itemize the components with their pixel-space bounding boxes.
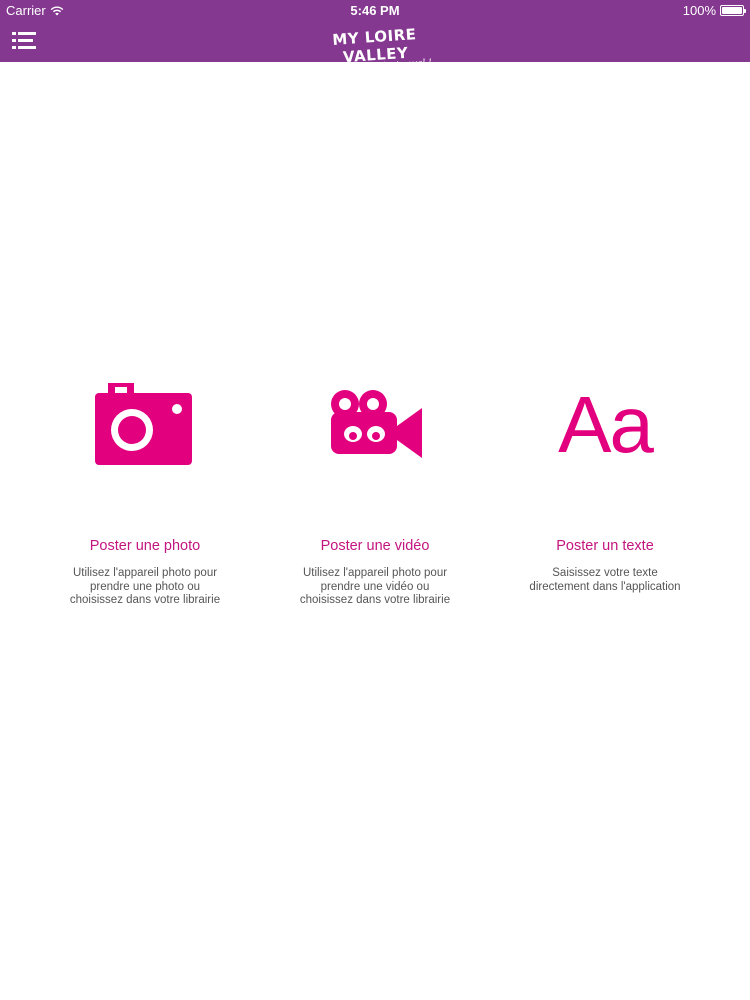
photo-description: Utilisez l'appareil photo pour prendre u… bbox=[69, 567, 221, 606]
video-description: Utilisez l'appareil photo pour prendre u… bbox=[299, 567, 451, 606]
camera-icon bbox=[95, 383, 192, 465]
photo-title: Poster une photo bbox=[89, 538, 201, 554]
app-logo: MY LOIRE VALLEY c'est royal ! bbox=[300, 24, 450, 72]
post-photo-option[interactable]: Poster une photo Utilisez l'appareil pho… bbox=[50, 360, 240, 630]
app-header: Carrier 5:46 PM 100% MY LOIRE VALLEY c'e… bbox=[0, 0, 750, 72]
text-title: Poster un texte bbox=[556, 538, 654, 554]
battery-icon bbox=[720, 5, 746, 16]
post-options: Poster une photo Utilisez l'appareil pho… bbox=[0, 360, 750, 640]
post-video-option[interactable]: Poster une vidéo Utilisez l'appareil pho… bbox=[280, 360, 470, 630]
video-camera-icon bbox=[331, 390, 422, 458]
text-icon-container: Aa bbox=[510, 375, 700, 485]
battery-fill bbox=[722, 7, 742, 14]
photo-icon-container bbox=[50, 375, 240, 485]
battery-info: 100% bbox=[682, 3, 746, 18]
menu-button[interactable] bbox=[12, 31, 36, 51]
video-icon-container bbox=[280, 375, 470, 485]
video-title: Poster une vidéo bbox=[320, 538, 430, 554]
post-text-option[interactable]: Aa Poster un texte Saisissez votre texte… bbox=[510, 360, 700, 630]
status-bar: Carrier 5:46 PM 100% bbox=[0, 0, 750, 20]
battery-percent: 100% bbox=[682, 3, 716, 18]
text-description: Saisissez votre texte directement dans l… bbox=[529, 567, 681, 593]
status-time: 5:46 PM bbox=[350, 3, 400, 18]
text-icon: Aa bbox=[558, 380, 654, 469]
menu-list-icon bbox=[12, 32, 36, 49]
